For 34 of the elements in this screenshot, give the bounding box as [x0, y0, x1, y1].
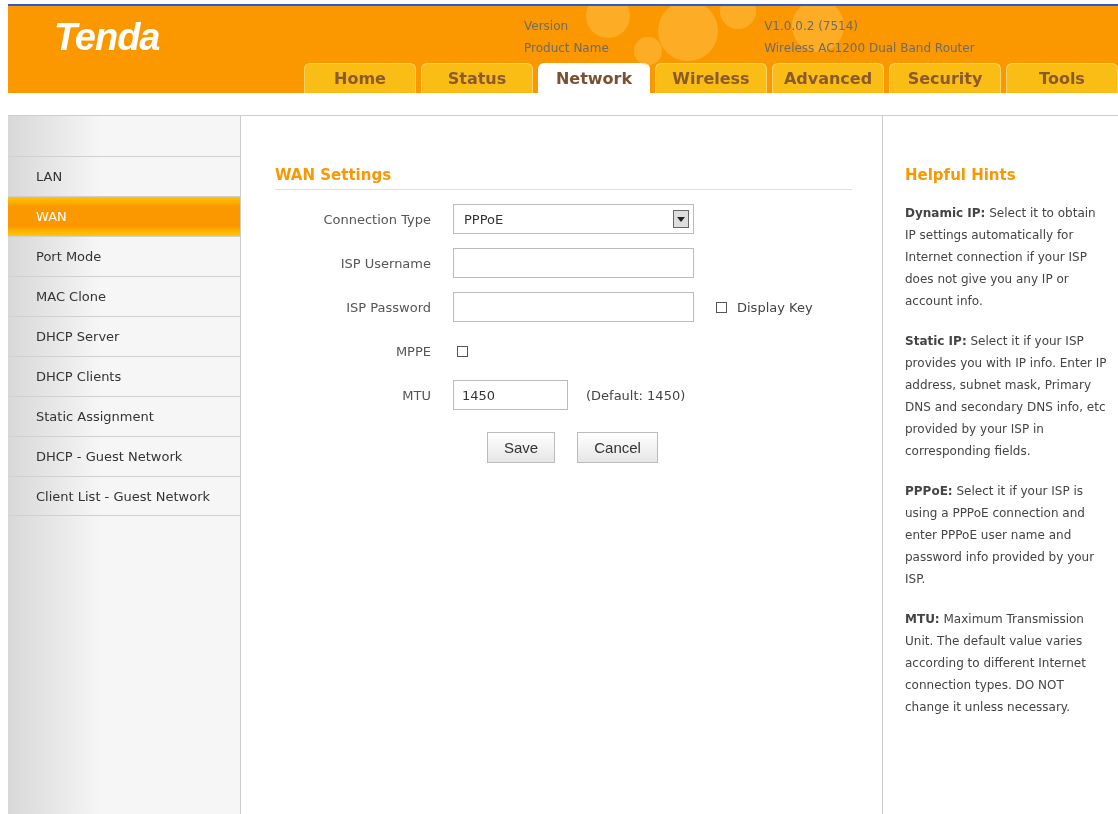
sidebar-item[interactable]: Static Assignment	[8, 396, 240, 436]
product-name-label: Product Name	[524, 40, 610, 57]
display-key-checkbox[interactable]	[716, 301, 727, 313]
connection-type-dropdown[interactable]: PPPoE	[453, 204, 694, 234]
field-label: ISP Username	[339, 255, 431, 271]
field-label: MPPE	[394, 343, 431, 359]
sidebar-item[interactable]: Client List - Guest Network	[8, 476, 240, 516]
mtu-field[interactable]: 1450	[453, 380, 568, 410]
hint-paragraph: MTU: Maximum Transmission Unit. The default value varies according to different Internet connection types. DO NOT change it unless necessary.	[905, 611, 1087, 716]
mppe-checkbox[interactable]	[457, 345, 468, 357]
sidebar-item[interactable]: DHCP - Guest Network	[8, 436, 240, 476]
tenda-logo: Tenda	[54, 16, 160, 60]
hints-title: Helpful Hints	[905, 166, 1017, 184]
version-value: V1.0.0.2 (7514)	[764, 18, 860, 35]
display-key-label: Display Key	[737, 299, 813, 315]
product-name-value: Wireless AC1200 Dual Band Router	[764, 40, 976, 57]
field-label: ISP Password	[345, 299, 431, 315]
field-label: MTU	[401, 387, 431, 403]
field-label: Connection Type	[322, 211, 431, 227]
sidebar-item[interactable]: DHCP Server	[8, 316, 240, 356]
password-field[interactable]	[453, 292, 694, 322]
username-field[interactable]	[453, 248, 694, 278]
nav-tab[interactable]: Network	[538, 63, 650, 93]
sidebar-item[interactable]: Port Mode	[8, 236, 240, 276]
section-title: WAN Settings	[275, 166, 852, 190]
hint-paragraph: Dynamic IP: Select it to obtain IP settings automatically for Internet connection if your ISP does not give you any IP or account info.	[905, 205, 1097, 310]
default-note: (Default: 1450)	[586, 387, 686, 403]
form-button[interactable]: Save	[487, 432, 556, 463]
hint-paragraph: Static IP: Select it if your ISP provides you with IP info. Enter IP address, subnet mask, Primary DNS and secondary DNS info, etc provided by your ISP in corresponding fields.	[905, 333, 1108, 460]
version-label: Version	[524, 18, 570, 35]
sidebar-item[interactable]: DHCP Clients	[8, 356, 240, 396]
sidebar-item[interactable]: MAC Clone	[8, 276, 240, 316]
form-button[interactable]: Cancel	[577, 432, 658, 463]
hint-paragraph: PPPoE: Select it if your ISP is using a PPPoE connection and enter PPPoE user name and password info provided by your ISP.	[905, 483, 1096, 588]
